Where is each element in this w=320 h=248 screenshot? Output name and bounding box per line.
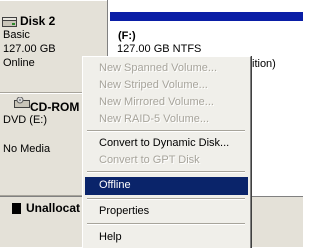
menu-item-new-raid5-volume[interactable]: New RAID-5 Volume... (85, 111, 248, 129)
menu-item-label: Properties (99, 205, 150, 217)
menu-item-label: New Spanned Volume... (99, 62, 218, 74)
menu-item-label: Help (99, 231, 122, 243)
menu-item-label: New Mirrored Volume... (99, 96, 214, 108)
menu-item-label: Convert to Dynamic Disk... (99, 137, 230, 149)
volume-header-bar (110, 12, 303, 21)
menu-item-properties[interactable]: Properties (85, 203, 248, 221)
volume-status: ition) (252, 58, 276, 70)
legend-label: Unallocat (26, 201, 81, 215)
disk-size: 127.00 GB (3, 43, 56, 55)
menu-separator (87, 171, 245, 173)
menu-item-convert-to-dynamic-disk[interactable]: Convert to Dynamic Disk... (85, 135, 248, 153)
volume-size-filesystem: 127.00 GB NTFS (117, 43, 202, 55)
cd-drive-icon (14, 97, 30, 108)
menu-separator (87, 130, 245, 132)
unallocated-legend-swatch (12, 203, 21, 214)
disk-status: Online (3, 57, 35, 69)
menu-item-label: New Striped Volume... (99, 79, 208, 91)
volume-title: (F:) (118, 30, 136, 42)
menu-item-label: Offline (99, 179, 131, 191)
disk-type: Basic (3, 29, 30, 41)
menu-item-offline[interactable]: Offline (85, 177, 248, 195)
menu-item-new-spanned-volume[interactable]: New Spanned Volume... (85, 60, 248, 78)
menu-separator (87, 198, 245, 200)
menu-item-convert-to-gpt-disk[interactable]: Convert to GPT Disk (85, 152, 248, 170)
menu-item-help[interactable]: Help (85, 229, 248, 247)
menu-item-label: New RAID-5 Volume... (99, 113, 210, 125)
context-menu: New Spanned Volume... New Striped Volume… (82, 56, 251, 248)
menu-item-new-mirrored-volume[interactable]: New Mirrored Volume... (85, 94, 248, 112)
menu-separator (87, 223, 245, 225)
drive-label: DVD (E:) (3, 114, 47, 126)
menu-item-new-striped-volume[interactable]: New Striped Volume... (85, 77, 248, 95)
disk-status: No Media (3, 143, 51, 155)
disk-name: Disk 2 (20, 14, 56, 28)
disk-name: CD-ROM (30, 100, 80, 114)
hard-disk-icon (2, 17, 17, 27)
menu-item-label: Convert to GPT Disk (99, 154, 200, 166)
